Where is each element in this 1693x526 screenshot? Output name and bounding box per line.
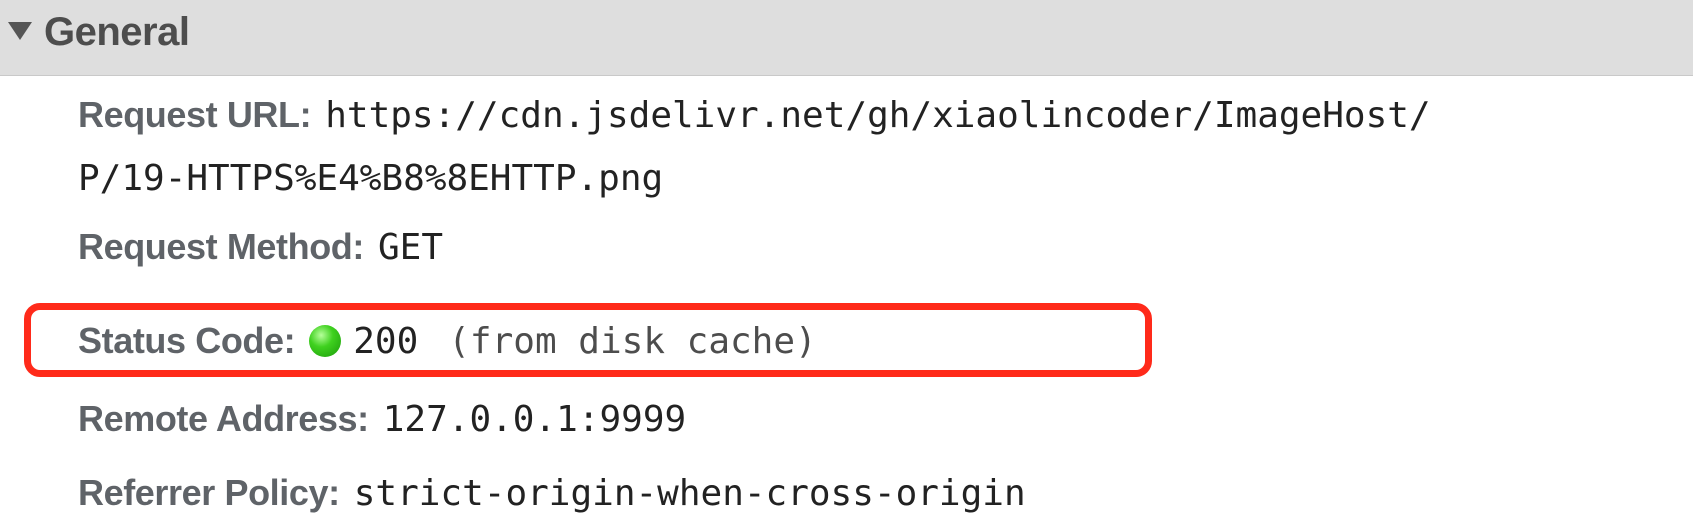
request-url-label: Request URL: bbox=[78, 94, 312, 135]
request-method-label: Request Method: bbox=[78, 226, 364, 267]
remote-address-row: Remote Address: 127.0.0.1:9999 bbox=[78, 394, 686, 444]
request-url-value[interactable]: https://cdn.jsdelivr.net/gh/xiaolincoder… bbox=[325, 95, 1430, 136]
request-url-row: Request URL: https://cdn.jsdelivr.net/gh/… bbox=[78, 90, 1431, 140]
section-title: General bbox=[44, 10, 190, 54]
request-method-value[interactable]: GET bbox=[378, 227, 443, 268]
request-url-value-continued[interactable]: P/19-HTTPS%E4%B8%8EHTTP.png bbox=[78, 158, 663, 199]
remote-address-label: Remote Address: bbox=[78, 398, 369, 439]
disclosure-triangle-icon[interactable] bbox=[8, 22, 32, 40]
request-method-row: Request Method: GET bbox=[78, 222, 443, 272]
general-section-header[interactable]: General bbox=[0, 0, 1693, 76]
remote-address-value[interactable]: 127.0.0.1:9999 bbox=[383, 399, 686, 440]
referrer-policy-row: Referrer Policy: strict-origin-when-cross… bbox=[78, 468, 1026, 518]
referrer-policy-value[interactable]: strict-origin-when-cross-origin bbox=[354, 473, 1026, 514]
status-code-highlight-box bbox=[24, 303, 1152, 377]
request-url-continuation: P/19-HTTPS%E4%B8%8EHTTP.png bbox=[78, 154, 663, 204]
referrer-policy-label: Referrer Policy: bbox=[78, 472, 340, 513]
